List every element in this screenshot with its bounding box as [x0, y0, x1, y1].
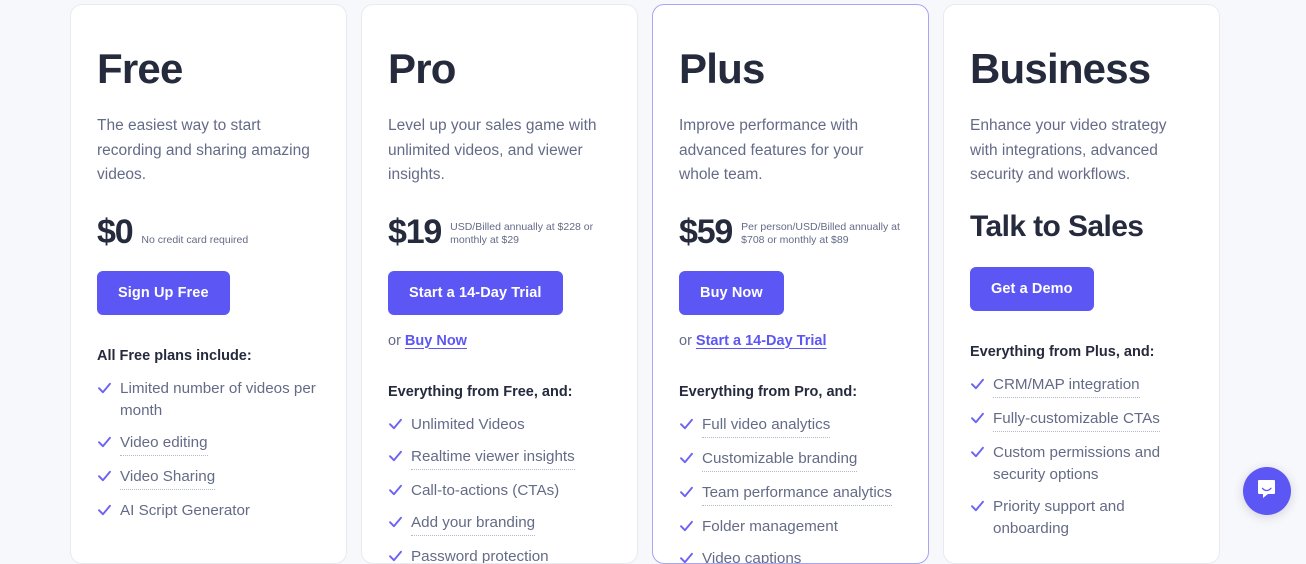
feature-item: Full video analytics: [679, 414, 902, 438]
secondary-cta-link[interactable]: Start a 14-Day Trial: [696, 333, 827, 349]
cta-button-plus[interactable]: Buy Now: [679, 271, 784, 315]
feature-item: Limited number of videos per month: [97, 378, 320, 422]
feature-item: Folder management: [679, 516, 902, 538]
price-note: Per person/USD/Billed annually at $708 o…: [741, 221, 901, 249]
feature-item: Add your branding: [388, 512, 611, 536]
check-icon: [679, 414, 694, 434]
check-icon: [970, 442, 985, 462]
features-heading: Everything from Free, and:: [388, 384, 611, 400]
features-heading: Everything from Plus, and:: [970, 344, 1193, 360]
plan-card-business: Business Enhance your video strategy with…: [943, 4, 1220, 564]
feature-label[interactable]: Video editing: [120, 432, 208, 456]
feature-item: Password protection: [388, 546, 611, 564]
plan-card-pro: Pro Level up your sales game with unlimit…: [361, 4, 638, 564]
feature-label: Custom permissions and security options: [993, 442, 1193, 486]
check-icon: [970, 408, 985, 428]
plan-name: Free: [97, 45, 320, 93]
feature-item: Video captions: [679, 548, 902, 564]
feature-label: Limited number of videos per month: [120, 378, 320, 422]
feature-label[interactable]: Video Sharing: [120, 466, 215, 490]
secondary-cta-link[interactable]: Buy Now: [405, 333, 467, 349]
check-icon: [970, 496, 985, 516]
feature-item: Realtime viewer insights: [388, 446, 611, 470]
feature-item: Video editing: [97, 432, 320, 456]
cta-button-free[interactable]: Sign Up Free: [97, 271, 230, 315]
feature-label: Folder management: [702, 516, 838, 538]
check-icon: [97, 378, 112, 398]
secondary-cta-prefix: or: [679, 333, 696, 349]
check-icon: [388, 546, 403, 564]
feature-label[interactable]: Fully-customizable CTAs: [993, 408, 1160, 432]
check-icon: [97, 466, 112, 486]
check-icon: [679, 448, 694, 468]
plan-description: Level up your sales game with unlimited …: [388, 114, 603, 188]
feature-label: Priority support and onboarding: [993, 496, 1193, 540]
secondary-cta-line: or Start a 14-Day Trial: [679, 331, 902, 351]
pricing-plans-grid: Free The easiest way to start recording a…: [0, 0, 1306, 525]
plan-name: Business: [970, 45, 1193, 93]
chat-launcher-button[interactable]: [1243, 467, 1291, 515]
talk-to-sales-heading: Talk to Sales: [970, 209, 1193, 245]
feature-label: Video captions: [702, 548, 801, 564]
features-heading: All Free plans include:: [97, 348, 320, 364]
features-list: Limited number of videos per month Video …: [97, 378, 320, 522]
check-icon: [388, 480, 403, 500]
plan-name: Plus: [679, 45, 902, 93]
price-amount: $0: [97, 215, 132, 249]
secondary-cta-line: or Buy Now: [388, 331, 611, 351]
check-icon: [679, 516, 694, 536]
check-icon: [679, 548, 694, 564]
features-list: CRM/MAP integration Fully-customizable CT…: [970, 374, 1193, 540]
feature-label[interactable]: Team performance analytics: [702, 482, 892, 506]
secondary-cta-prefix: or: [388, 333, 405, 349]
feature-label[interactable]: Customizable branding: [702, 448, 857, 472]
check-icon: [97, 500, 112, 520]
feature-item: AI Script Generator: [97, 500, 320, 522]
feature-item: Customizable branding: [679, 448, 902, 472]
feature-item: Video Sharing: [97, 466, 320, 490]
plan-description: Improve performance with advanced featur…: [679, 114, 894, 188]
feature-label: Call-to-actions (CTAs): [411, 480, 559, 502]
plan-name: Pro: [388, 45, 611, 93]
plan-description: Enhance your video strategy with integra…: [970, 114, 1185, 188]
feature-item: Team performance analytics: [679, 482, 902, 506]
check-icon: [388, 414, 403, 434]
features-list: Unlimited Videos Realtime viewer insights…: [388, 414, 611, 564]
price-amount: $19: [388, 215, 441, 249]
feature-label[interactable]: CRM/MAP integration: [993, 374, 1140, 398]
feature-label: Unlimited Videos: [411, 414, 525, 436]
price-note: USD/Billed annually at $228 or monthly a…: [450, 221, 610, 249]
feature-label: Password protection: [411, 546, 549, 564]
price-row: $19 USD/Billed annually at $228 or monthl…: [388, 211, 611, 249]
feature-label[interactable]: Add your branding: [411, 512, 535, 536]
check-icon: [970, 374, 985, 394]
feature-label[interactable]: Realtime viewer insights: [411, 446, 575, 470]
check-icon: [388, 512, 403, 532]
features-list: Full video analytics Customizable brandin…: [679, 414, 902, 564]
plan-description: The easiest way to start recording and s…: [97, 114, 312, 188]
feature-label: AI Script Generator: [120, 500, 250, 522]
price-row: $0 No credit card required: [97, 211, 320, 249]
chat-bubble-icon: [1255, 477, 1279, 506]
feature-item: Fully-customizable CTAs: [970, 408, 1193, 432]
price-amount: $59: [679, 215, 732, 249]
feature-item: Custom permissions and security options: [970, 442, 1193, 486]
plan-card-free: Free The easiest way to start recording a…: [70, 4, 347, 564]
features-heading: Everything from Pro, and:: [679, 384, 902, 400]
cta-button-pro[interactable]: Start a 14-Day Trial: [388, 271, 563, 315]
feature-item: CRM/MAP integration: [970, 374, 1193, 398]
price-row: $59 Per person/USD/Billed annually at $70…: [679, 211, 902, 249]
feature-item: Call-to-actions (CTAs): [388, 480, 611, 502]
check-icon: [679, 482, 694, 502]
plan-card-plus: Plus Improve performance with advanced fe…: [652, 4, 929, 564]
feature-item: Unlimited Videos: [388, 414, 611, 436]
feature-label[interactable]: Full video analytics: [702, 414, 830, 438]
cta-button-business[interactable]: Get a Demo: [970, 267, 1094, 311]
price-note: No credit card required: [141, 234, 248, 249]
check-icon: [97, 432, 112, 452]
check-icon: [388, 446, 403, 466]
feature-item: Priority support and onboarding: [970, 496, 1193, 540]
